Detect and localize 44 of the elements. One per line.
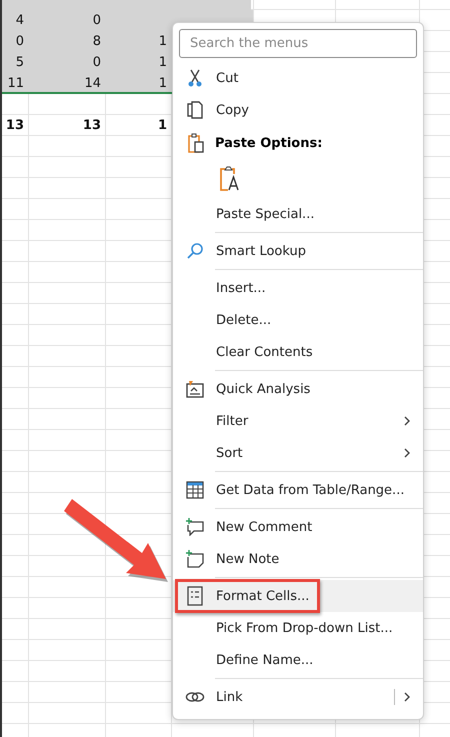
menu-item[interactable]: Sort bbox=[173, 437, 423, 469]
table-cell-text: 0 bbox=[92, 12, 102, 30]
menu-item[interactable]: Cut bbox=[173, 62, 423, 94]
search-field[interactable]: Search the menus bbox=[179, 29, 417, 58]
link-icon bbox=[185, 690, 205, 704]
table-cell-text: 0 bbox=[92, 54, 102, 72]
table-cell-text: 11 bbox=[6, 75, 25, 93]
note-icon bbox=[186, 550, 204, 568]
menu-item[interactable]: Smart Lookup bbox=[173, 235, 423, 267]
menu-item[interactable]: Paste Special... bbox=[173, 198, 423, 230]
table-cell-text: 4 bbox=[14, 12, 25, 30]
format-cells-icon bbox=[187, 586, 203, 606]
menu-item[interactable]: Format Cells... bbox=[173, 580, 423, 612]
table-cell-text: 1 bbox=[158, 33, 168, 51]
menu-item[interactable]: Clear Contents bbox=[173, 336, 423, 368]
menu-item[interactable]: Filter bbox=[173, 405, 423, 437]
table-icon bbox=[186, 481, 204, 499]
section-header: Paste Options: bbox=[215, 136, 322, 150]
menu-item[interactable]: Get Data from Table/Range... bbox=[173, 474, 423, 506]
menu-item[interactable]: Define Name... bbox=[173, 644, 423, 676]
copy-icon bbox=[186, 101, 204, 119]
menu-item[interactable]: Copy bbox=[173, 94, 423, 126]
table-cell-text: 13 bbox=[82, 117, 102, 135]
table-cell-text: 5 bbox=[14, 54, 25, 72]
table-cell-text: 8 bbox=[92, 33, 102, 51]
menu-item[interactable]: Insert... bbox=[173, 272, 423, 304]
menu-item[interactable]: Pick From Drop-down List... bbox=[173, 612, 423, 644]
clipboard-icon bbox=[187, 133, 205, 153]
table-cell-text: 0 bbox=[14, 33, 25, 51]
menu-item[interactable]: New Comment bbox=[173, 511, 423, 543]
table-cell-text: 13 bbox=[4, 117, 25, 135]
menu-item[interactable]: Quick Analysis bbox=[173, 373, 423, 405]
table-cell-text: 1 bbox=[158, 75, 168, 93]
menu-item[interactable]: New Note bbox=[173, 543, 423, 575]
paste-icon[interactable] bbox=[219, 166, 241, 192]
table-cell-text: 14 bbox=[83, 75, 102, 93]
quick-analysis-icon bbox=[186, 380, 204, 398]
comment-icon bbox=[186, 518, 204, 536]
menu-item[interactable]: Link bbox=[173, 681, 423, 713]
scissors-icon bbox=[187, 69, 203, 87]
search-icon bbox=[186, 242, 204, 260]
menu-item[interactable]: Delete... bbox=[173, 304, 423, 336]
table-cell-text: 1 bbox=[158, 54, 168, 72]
table-cell-text: 1 bbox=[156, 117, 168, 135]
